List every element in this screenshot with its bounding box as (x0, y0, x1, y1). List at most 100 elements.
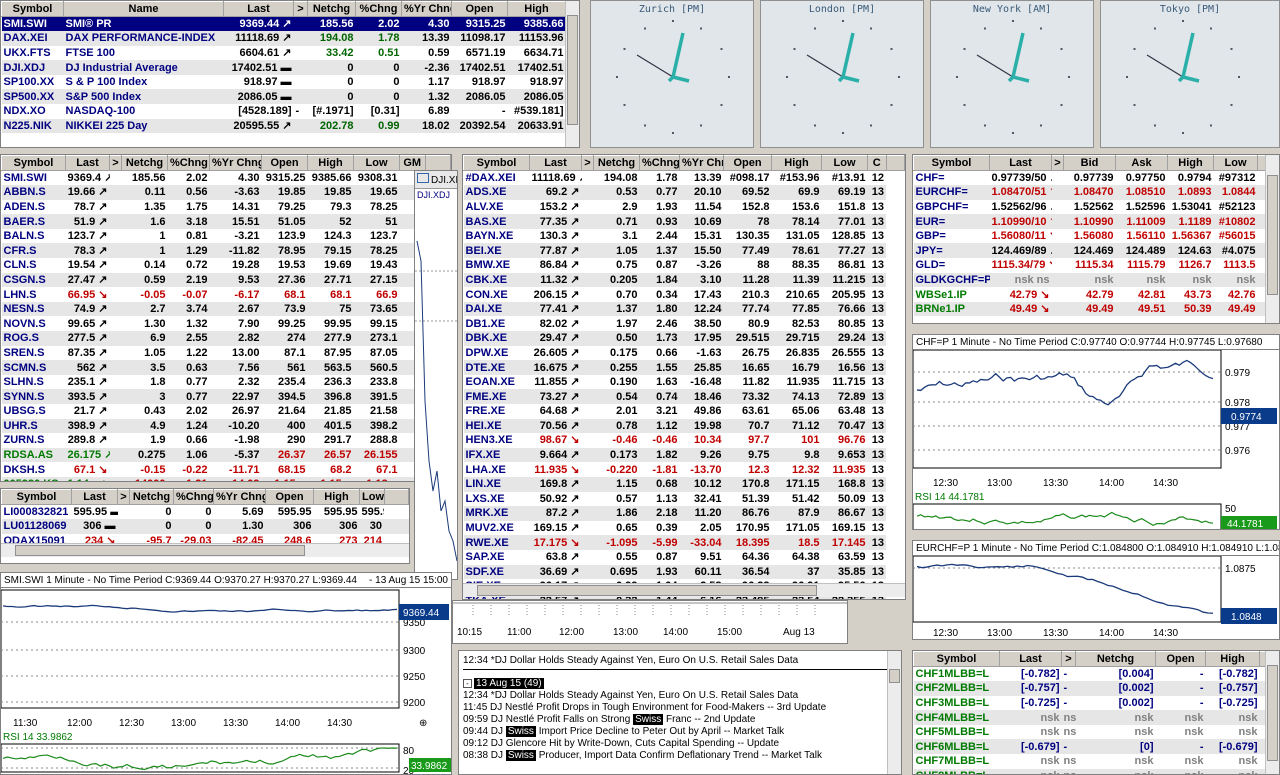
symbol-cell[interactable]: LI000832821 (2, 505, 72, 520)
swiss-col-header[interactable]: Open (261, 155, 308, 171)
table-row[interactable]: CBK.XE 11.32 ↗ 0.205 1.84 3.10 11.28 11.39 11.2… (463, 272, 905, 288)
symbol-cell[interactable]: CHF8MLBB=L (913, 768, 1000, 774)
table-row[interactable]: BEI.XE 77.87 ↗ 1.05 1.37 15.50 77.49 78.61 77.2… (463, 243, 905, 259)
symbol-cell[interactable]: SAP.XE (464, 550, 530, 565)
table-row[interactable]: UHR.S 398.9 ↗ 4.9 1.24 -10.20 400 401.5 398.2 (1, 418, 451, 434)
table-row[interactable]: LI000832821 595.95 ▬ 0 0 5.69 595.95 595.95 595… (2, 505, 409, 520)
symbol-cell[interactable]: WBSe1.IP (914, 287, 990, 302)
dax-col-header[interactable]: Netchg (593, 155, 640, 171)
symbol-cell[interactable]: MRK.XE (463, 506, 530, 521)
table-row[interactable]: ALV.XE 153.2 ↗ 2.9 1.93 11.54 152.8 153.6 151.8… (464, 200, 905, 215)
symbol-cell[interactable]: ZURN.S (2, 433, 66, 448)
symbol-cell[interactable]: CHF7MLBB=L (914, 754, 1000, 769)
table-row[interactable]: N225.NIK NIKKEI 225 Day 20595.55 ↗ 202.78 0.… (1, 118, 579, 134)
symbol-cell[interactable]: CSGN.S (1, 272, 66, 288)
symbol-cell[interactable]: GLDKGCHF=P (913, 272, 990, 288)
symbol-cell[interactable]: DJI.XDJ (1, 60, 64, 75)
table-row[interactable]: CHF1MLBB=L [-0.782] - [0.004] - [-0.782] (914, 667, 1279, 682)
table-row[interactable]: NDX.XO NASDAQ-100 [4528.189] - [#.1971] [0.31… (2, 104, 579, 119)
table-row[interactable]: CON.XE 206.15 ↗ 0.70 0.34 17.43 210.3 210.65 20… (464, 287, 905, 302)
symbol-cell[interactable]: CBK.XE (463, 272, 530, 288)
symbol-cell[interactable]: SREN.S (2, 346, 66, 361)
misc-col-header[interactable]: Netchg (129, 489, 174, 505)
symbol-cell[interactable]: LXS.XE (464, 492, 530, 507)
news-headline[interactable]: 09:12 DJ Glencore Hit by Write-Down, Cut… (463, 738, 897, 750)
symbol-cell[interactable]: UBSG.S (2, 404, 66, 419)
symbol-cell[interactable]: #DAX.XEI (464, 171, 530, 186)
table-row[interactable]: BMW.XE 86.84 ↗ 0.75 0.87 -3.26 88 88.35 86.81 13 (464, 258, 905, 273)
table-row[interactable]: GLD= 1115.34/79 ↘ 1115.34 1115.79 1126.7 1113… (914, 258, 1279, 273)
misc-table-hscroll[interactable] (1, 543, 409, 557)
swiss-col-header[interactable]: GM (399, 155, 426, 171)
table-row[interactable]: LHA.XE 11.935 ↘ -0.220 -1.81 -13.70 12.3 12.32… (464, 462, 905, 477)
symbol-cell[interactable]: DB1.XE (464, 316, 530, 331)
dax-col-header[interactable]: High (771, 155, 822, 171)
table-row[interactable]: NESN.S 74.9 ↗ 2.7 3.74 2.67 73.9 75 73.65 (1, 301, 451, 317)
symbol-cell[interactable]: ABBN.S (1, 185, 66, 200)
symbol-cell[interactable]: BEI.XE (463, 243, 530, 259)
table-row[interactable]: BAS.XE 77.35 ↗ 0.71 0.93 10.69 78 78.14 77.01 13 (463, 214, 905, 229)
misc-col-header[interactable]: %Chng (173, 489, 214, 505)
fx-table-scrollbar[interactable] (1265, 155, 1279, 323)
table-row[interactable]: BAYN.XE 130.3 ↗ 3.1 2.44 15.31 130.35 131.05 12… (464, 229, 905, 244)
fx-col-header[interactable]: > (1051, 155, 1064, 171)
table-row[interactable]: ABBN.S 19.66 ↗ 0.11 0.56 -3.63 19.85 19.85 19.6… (1, 185, 451, 200)
symbol-cell[interactable]: CHF6MLBB=L (913, 739, 1000, 755)
table-row[interactable]: CHF2MLBB=L [-0.757] - [0.002] - [-0.757] (913, 681, 1279, 696)
symbol-cell[interactable]: UHR.S (1, 418, 66, 434)
swiss-col-header[interactable]: Symbol (1, 155, 66, 171)
symbol-cell[interactable]: CON.XE (464, 287, 530, 302)
table-row[interactable]: #DAX.XEI11118.69 ↗ 194.08 1.78 13.39 #098.17… (464, 171, 905, 186)
fx-col-header[interactable]: Bid (1063, 155, 1116, 171)
symbol-cell[interactable]: NOVN.S (2, 316, 66, 331)
table-row[interactable]: BAER.S 51.9 ↗ 1.6 3.18 15.51 51.05 52 51 (1, 214, 451, 229)
symbol-cell[interactable]: LHN.S (2, 287, 66, 302)
symbol-cell[interactable]: CLN.S (2, 258, 66, 273)
table-row[interactable]: UBSG.S 21.7 ↗ 0.43 2.02 26.97 21.64 21.85 21.58 (2, 404, 451, 419)
table-row[interactable]: BALN.S 123.7 ↗ 1 0.81 -3.21 123.9 124.3 123.7 (2, 229, 451, 244)
table-row[interactable]: ZURN.S 289.8 ↗ 1.9 0.66 -1.98 290 291.7 288.8 (2, 433, 451, 448)
symbol-cell[interactable]: BALN.S (2, 229, 66, 244)
symbol-cell[interactable]: SMI.SWI (2, 171, 66, 186)
table-row[interactable]: EURCHF=1.08470/51 ↘ 1.084701.085101.08931… (913, 185, 1279, 200)
table-row[interactable]: SP100.XX S & P 100 Index 918.97 ▬ 0 0 1.17 918… (2, 75, 579, 90)
symbol-cell[interactable]: GLD= (914, 258, 990, 273)
symbol-cell[interactable]: FRE.XE (464, 404, 530, 419)
news-headline[interactable]: 11:45 DJ Nestlé Profit Drops in Tough En… (463, 702, 897, 714)
symbol-cell[interactable]: EUR= (913, 214, 990, 229)
news-top-headline[interactable]: 12:34 *DJ Dollar Holds Steady Against Ye… (459, 651, 901, 669)
swiss-col-header[interactable]: Last (65, 155, 110, 171)
table-row[interactable]: DJI.XDJ DJ Industrial Average 17402.51 ▬ 0 0… (1, 60, 579, 75)
table-row[interactable]: DAX.XEI DAX PERFORMANCE-INDEX 11118.69 ↗ 19… (1, 31, 579, 46)
table-row[interactable]: CSGN.S 27.47 ↗ 0.59 2.19 9.53 27.36 27.71 27.15 (1, 272, 451, 288)
table-row[interactable]: RDSA.AS 26.175 ↗ 0.275 1.06 -5.37 26.37 26.57 2… (1, 447, 451, 463)
libor-col-header[interactable]: Symbol (913, 651, 1000, 667)
dax-col-header[interactable]: Low (821, 155, 868, 171)
fx-col-header[interactable]: Low (1213, 155, 1258, 171)
misc-col-header[interactable]: Last (71, 489, 118, 505)
dax-col-header[interactable]: %Yr Chng (679, 155, 724, 171)
symbol-cell[interactable]: CHF= (914, 171, 990, 186)
dax-col-header[interactable]: Open (723, 155, 772, 171)
table-row[interactable]: GBP=1.56080/11 ↘ 1.56080 1.56110 1.56367 #56… (914, 229, 1279, 244)
table-row[interactable]: CLN.S 19.54 ↗ 0.14 0.72 19.28 19.53 19.69 19.43 (2, 258, 451, 273)
table-row[interactable]: JPY=124.469/89 ↗ 124.469124.489124.63#4.0… (913, 243, 1279, 259)
symbol-cell[interactable]: CHF3MLBB=L (914, 696, 1000, 711)
table-row[interactable]: DKSH.S 67.1 ↘ -0.15 -0.22 -11.71 68.15 68.2 67.… (2, 462, 451, 477)
index-col-header[interactable]: High (507, 1, 566, 17)
table-row[interactable]: CFR.S 78.3 ↗ 1 1.29 -11.82 78.95 79.15 78.25 (1, 243, 451, 259)
symbol-cell[interactable]: NDX.XO (2, 104, 64, 119)
table-row[interactable]: 005930.KS1.14m ↘-14000-1.21-14.091.15m1.… (1, 476, 451, 481)
symbol-cell[interactable]: BMW.XE (464, 258, 530, 273)
news-scrollbar[interactable] (887, 651, 901, 774)
libor-table-scrollbar[interactable] (1265, 651, 1279, 774)
table-row[interactable]: SP500.XX S&P 500 Index 2086.05 ▬ 0 0 1.32 2086… (1, 89, 579, 105)
index-col-header[interactable]: %Yr Chng (401, 1, 452, 17)
table-row[interactable]: EOAN.XE 11.855 ↗ 0.190 1.63 -16.48 11.82 11.93… (464, 375, 905, 390)
libor-col-header[interactable]: Last (999, 651, 1062, 667)
libor-col-header[interactable]: > (1061, 651, 1076, 667)
table-row[interactable]: SDF.XE 36.69 ↗ 0.695 1.93 60.11 36.54 37 35.85 1… (463, 564, 905, 580)
news-group-date[interactable]: 13 Aug 15 (49) (474, 678, 544, 689)
table-row[interactable]: SREN.S 87.35 ↗ 1.05 1.22 13.00 87.1 87.95 87.05 (2, 346, 451, 361)
symbol-cell[interactable]: JPY= (913, 243, 990, 259)
